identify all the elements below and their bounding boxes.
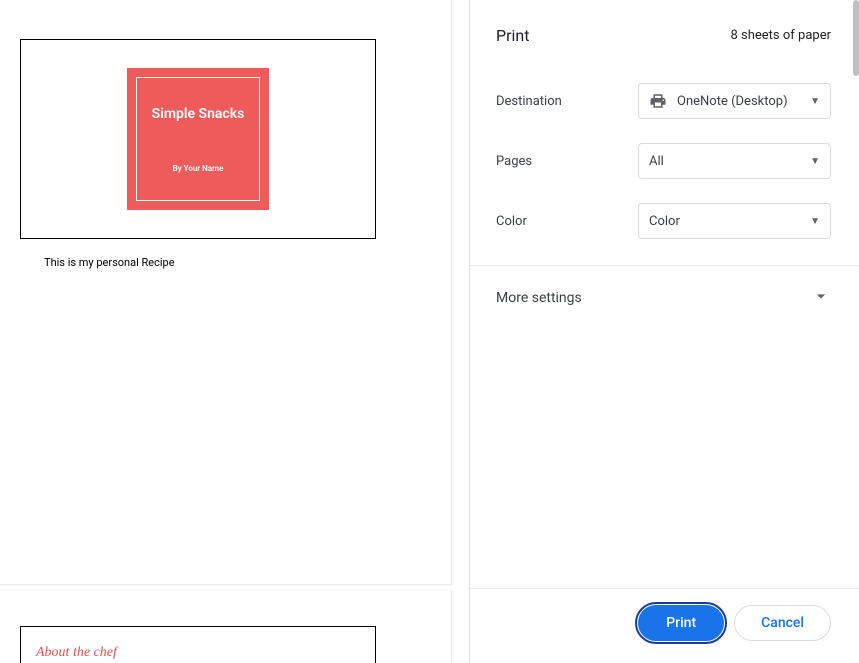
caret-down-icon: ▼ xyxy=(810,96,820,107)
slide-caption: This is my personal Recipe xyxy=(44,256,175,269)
settings-scroll: Print 8 sheets of paper Destination OneN… xyxy=(470,0,859,588)
pages-label: Pages xyxy=(496,154,638,169)
sheet-count: 8 sheets of paper xyxy=(730,28,831,43)
slide-byline: By Your Name xyxy=(173,164,224,173)
window-scrollbar[interactable] xyxy=(853,0,859,76)
color-row: Color Color ▼ xyxy=(470,197,859,257)
destination-dropdown[interactable]: OneNote (Desktop) ▼ xyxy=(638,83,831,119)
pages-row: Pages All ▼ xyxy=(470,137,859,197)
print-preview-pane[interactable]: Simple Snacks By Your Name This is my pe… xyxy=(0,0,469,663)
color-label: Color xyxy=(496,214,638,229)
pages-dropdown[interactable]: All ▼ xyxy=(638,143,831,179)
printer-icon xyxy=(649,93,667,109)
more-settings-label: More settings xyxy=(496,290,582,306)
slide2-heading: About the chef xyxy=(36,645,117,661)
chevron-down-icon xyxy=(811,286,831,310)
preview-page-2: About the chef xyxy=(0,591,452,663)
slide-title: Simple Snacks xyxy=(152,106,245,122)
panel-title: Print xyxy=(496,26,529,45)
settings-header: Print 8 sheets of paper xyxy=(470,0,859,69)
preview-page-1: Simple Snacks By Your Name This is my pe… xyxy=(0,0,452,585)
cancel-button[interactable]: Cancel xyxy=(734,605,831,641)
slide-2: About the chef xyxy=(20,626,376,663)
slide-1: Simple Snacks By Your Name xyxy=(20,39,376,239)
caret-down-icon: ▼ xyxy=(810,216,820,227)
destination-value: OneNote (Desktop) xyxy=(677,94,788,109)
print-button[interactable]: Print xyxy=(638,605,724,641)
title-card: Simple Snacks By Your Name xyxy=(127,68,269,210)
caret-down-icon: ▼ xyxy=(810,156,820,167)
dialog-footer: Print Cancel xyxy=(470,588,859,663)
pages-value: All xyxy=(649,154,664,169)
color-value: Color xyxy=(649,214,680,229)
color-dropdown[interactable]: Color ▼ xyxy=(638,203,831,239)
destination-label: Destination xyxy=(496,94,638,109)
more-settings-toggle[interactable]: More settings xyxy=(470,266,859,330)
print-settings-pane: Print 8 sheets of paper Destination OneN… xyxy=(469,0,859,663)
destination-row: Destination OneNote (Desktop) ▼ xyxy=(470,69,859,137)
